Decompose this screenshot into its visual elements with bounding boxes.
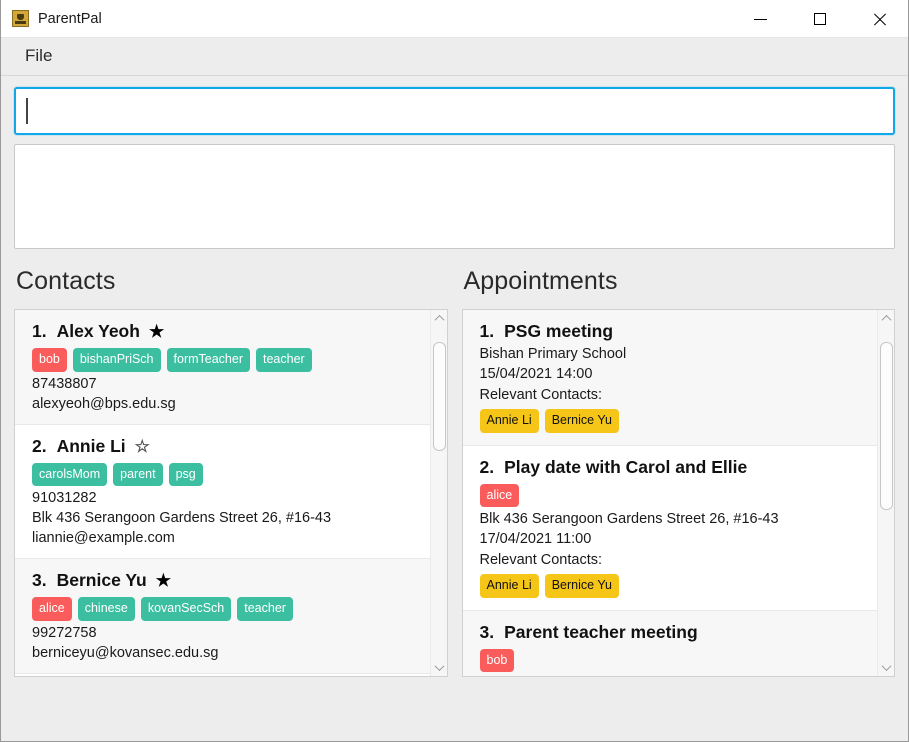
contacts-scrollbar-thumb[interactable]	[432, 341, 446, 452]
contact-card-field: berniceyu@kovansec.edu.sg	[32, 644, 219, 661]
app-window: ParentPal File Contacts 1. Alex Yeoh ★ b…	[0, 0, 909, 742]
contact-card-field: 87438807	[32, 375, 97, 392]
contact-tag-row: bob bishanPriSch formTeacher teacher	[32, 348, 416, 372]
minimize-button[interactable]	[731, 0, 790, 38]
appointments-list: 1. PSG meeting Bishan Primary School 15/04/…	[461, 309, 895, 677]
relevant-contact-chip: Annie Li	[479, 574, 539, 598]
appointment-card-field: 17/04/2021 11:00	[479, 531, 592, 547]
contact-tag: teacher	[256, 348, 312, 372]
contact-tag-row: carolsMom parent psg	[32, 462, 416, 486]
appointment-card-index: 1.	[479, 321, 495, 341]
contact-tag: alice	[32, 597, 72, 621]
contact-card-index: 1.	[32, 321, 47, 341]
relevant-contacts-row: Annie Li Bernice Yu	[479, 409, 864, 433]
appointment-card-header: 2. Play date with Carol and Ellie	[480, 457, 864, 478]
contacts-list: 1. Alex Yeoh ★ bob bishanPriSch formTeacher te…	[14, 309, 448, 677]
contact-tag: formTeacher	[166, 348, 250, 372]
close-button[interactable]	[849, 0, 908, 38]
panels-container: Contacts 1. Alex Yeoh ★ bob bishanPriSch form…	[14, 267, 895, 677]
contact-card-name: Annie Li	[56, 435, 126, 456]
contact-card-field: 99272758	[32, 624, 97, 641]
contact-tag: psg	[168, 462, 203, 486]
appointment-card[interactable]: 2. Play date with Carol and Ellie alice Blk…	[462, 445, 877, 611]
title-bar: ParentPal	[1, 0, 908, 38]
appointment-tag: alice	[479, 483, 520, 507]
contact-tag: bishanPriSch	[72, 348, 161, 372]
appointment-tag: bob	[479, 648, 515, 672]
scroll-down-icon[interactable]	[878, 659, 894, 676]
appointment-card-index: 2.	[479, 456, 495, 477]
contact-card-index: 2.	[32, 435, 47, 456]
contacts-panel-title: Contacts	[16, 267, 116, 295]
minimize-icon	[754, 18, 767, 20]
contact-tag: kovanSecSch	[140, 597, 232, 621]
app-person-icon	[12, 10, 29, 27]
contact-tag-row: alice chinese kovanSecSch teacher	[32, 597, 416, 621]
maximize-button[interactable]	[790, 0, 849, 38]
result-display	[14, 144, 895, 249]
appointment-tag-row: alice	[479, 483, 864, 507]
window-title: ParentPal	[38, 10, 102, 27]
appointment-card-header: 1. PSG meeting	[480, 321, 864, 342]
contact-card-field: liannie@example.com	[32, 530, 175, 546]
contact-tag: teacher	[237, 597, 293, 621]
appointment-card-name: PSG meeting	[504, 321, 614, 341]
appointment-card[interactable]: 1. PSG meeting Bishan Primary School 15/04/…	[462, 310, 877, 446]
contact-tag: carolsMom	[32, 462, 108, 486]
contact-card-index: 3.	[32, 570, 47, 590]
contacts-panel: Contacts 1. Alex Yeoh ★ bob bishanPriSch form…	[14, 267, 448, 677]
appointment-card-field: 15/04/2021 14:00	[479, 366, 593, 382]
contact-card[interactable]: 3. Bernice Yu ★ alice chinese kovanSecSch teac…	[15, 559, 430, 674]
contact-card-field: alexyeoh@bps.edu.sg	[32, 395, 176, 412]
contacts-list-inner: 1. Alex Yeoh ★ bob bishanPriSch formTeacher te…	[15, 310, 430, 676]
text-caret	[26, 98, 28, 124]
contact-card-header: 3. Bernice Yu ★	[32, 570, 416, 591]
relevant-contact-chip: Bernice Yu	[544, 574, 619, 598]
relevant-contact-chip: Bernice Yu	[544, 409, 619, 433]
contact-card-field: 91031282	[32, 490, 97, 506]
appointment-card-field: Bishan Primary School	[479, 346, 627, 362]
appointments-panel: Appointments 1. PSG meeting Bishan Primary…	[461, 267, 895, 677]
appointments-list-inner: 1. PSG meeting Bishan Primary School 15/04/…	[462, 310, 877, 676]
contact-card[interactable]: 2. Annie Li ☆ carolsMom parent psg 91031282 Blk…	[15, 424, 430, 559]
window-controls	[731, 0, 908, 38]
contact-card-header: 1. Alex Yeoh ★	[32, 321, 416, 342]
appointments-scrollbar[interactable]	[877, 310, 894, 676]
close-icon	[872, 12, 886, 26]
maximize-icon	[813, 13, 826, 25]
relevant-contacts-label: Relevant Contacts:	[479, 387, 603, 403]
command-input[interactable]	[14, 87, 895, 135]
menu-item-file[interactable]: File	[13, 43, 64, 71]
appointment-card-header: 3. Parent teacher meeting	[480, 622, 864, 643]
appointment-card[interactable]: 3.Parent teacher meetingbobKovan Seconda…	[462, 610, 877, 676]
relevant-contacts-row: Annie Li Bernice Yu	[479, 574, 864, 598]
scroll-up-icon[interactable]	[431, 310, 447, 327]
relevant-contact-chip: Annie Li	[479, 409, 539, 433]
appointment-card-field: Blk 436 Serangoon Gardens Street 26, #16…	[479, 511, 779, 527]
contact-card[interactable]: 1. Alex Yeoh ★ bob bishanPriSch formTeacher te…	[15, 310, 430, 425]
main-content: Contacts 1. Alex Yeoh ★ bob bishanPriSch form…	[1, 87, 908, 741]
contact-card-field: Blk 436 Serangoon Gardens Street 26, #16…	[32, 510, 332, 526]
scroll-down-icon[interactable]	[431, 659, 447, 676]
favorite-star-filled-icon[interactable]: ★	[149, 323, 164, 340]
relevant-contacts-label: Relevant Contacts:	[479, 552, 603, 568]
contact-tag: chinese	[77, 597, 135, 621]
appointment-tag-row: bob	[479, 648, 864, 672]
menu-bar: File	[1, 38, 908, 76]
contact-card-name: Alex Yeoh	[56, 321, 140, 341]
contact-card-name: Bernice Yu	[56, 570, 147, 590]
appointment-card-index: 3.	[479, 621, 495, 642]
contact-tag: parent	[113, 462, 163, 486]
appointments-scrollbar-thumb[interactable]	[880, 341, 893, 510]
contacts-scrollbar[interactable]	[429, 310, 447, 676]
favorite-star-filled-icon[interactable]: ★	[156, 572, 171, 589]
appointment-card-name: Parent teacher meeting	[504, 621, 698, 642]
appointments-panel-title: Appointments	[463, 267, 618, 295]
favorite-star-outline-icon[interactable]: ☆	[135, 438, 150, 455]
contact-card-header: 2. Annie Li ☆	[32, 436, 416, 457]
scroll-up-icon[interactable]	[878, 310, 894, 327]
contact-tag: bob	[32, 348, 67, 372]
appointment-card-name: Play date with Carol and Ellie	[504, 456, 748, 477]
